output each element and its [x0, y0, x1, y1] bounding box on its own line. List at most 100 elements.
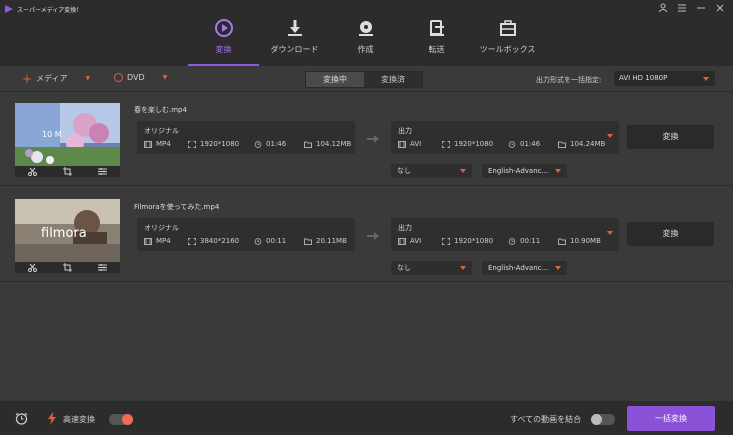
tab-converted[interactable]: 変換済	[364, 72, 422, 87]
original-label: オリジナル	[144, 127, 179, 135]
folder-icon	[558, 238, 566, 245]
dvd-button[interactable]: DVD ▼	[114, 73, 167, 82]
dvd-icon	[114, 73, 123, 82]
svg-text:10 M: 10 M	[42, 130, 62, 139]
original-duration: 00:11	[266, 237, 287, 245]
folder-icon	[304, 141, 312, 148]
subtitle-select[interactable]: なし	[391, 164, 472, 178]
audio-value: English-Advanc...	[488, 264, 549, 272]
format-icon	[398, 237, 406, 245]
trim-icon[interactable]	[28, 167, 37, 176]
title-bar: スーパーメディア変換！ 変換 ダウンロード 作成 転送 ツールボックス	[0, 0, 733, 66]
video-thumbnail[interactable]: filmora	[15, 199, 120, 262]
close-icon[interactable]	[715, 3, 725, 13]
output-format: AVI	[410, 237, 422, 245]
original-size: 104.12MB	[316, 140, 352, 148]
original-duration: 01:46	[266, 140, 287, 148]
original-resolution: 1920*1080	[200, 140, 240, 148]
merge-toggle[interactable]	[591, 414, 615, 425]
chevron-down-icon[interactable]: ▼	[163, 74, 168, 81]
output-label: 出力	[398, 127, 412, 135]
toggle-knob	[122, 414, 133, 425]
user-icon[interactable]	[658, 3, 668, 13]
arrow-right-icon	[367, 232, 379, 240]
folder-icon	[304, 238, 312, 245]
tab-burn-label: 作成	[357, 45, 374, 54]
subtitle-select[interactable]: なし	[391, 261, 472, 275]
burn-icon	[358, 21, 373, 36]
effects-icon[interactable]	[98, 167, 107, 176]
chevron-down-icon[interactable]: ▼	[86, 75, 91, 82]
add-media-button[interactable]: + メディア ▼	[22, 73, 91, 85]
crop-icon[interactable]	[63, 167, 72, 176]
chevron-down-icon[interactable]	[607, 231, 613, 235]
dvd-label: DVD	[127, 73, 145, 82]
file-name: 春を楽しむ.mp4	[134, 106, 187, 114]
tab-converting[interactable]: 変換中	[306, 72, 364, 87]
folder-icon	[558, 141, 566, 148]
convert-button[interactable]: 変換	[627, 125, 714, 149]
menu-icon[interactable]	[677, 3, 687, 13]
convert-button[interactable]: 変換	[627, 222, 714, 246]
convert-icon	[214, 19, 233, 37]
file-row: filmora Filmoraを使ってみた.mp4 オリジナル MP4 3840…	[0, 189, 733, 282]
bulk-convert-button[interactable]: 一括変換	[627, 406, 715, 431]
format-icon	[144, 140, 152, 148]
minimize-icon[interactable]	[696, 3, 706, 13]
chevron-down-icon	[555, 169, 561, 173]
bottom-bar: 高速変換 すべての動画を結合 一括変換	[0, 401, 733, 435]
output-format: AVI	[410, 140, 422, 148]
tab-download-label: ダウンロード	[270, 45, 319, 54]
original-info-box: オリジナル MP4 3840*2160 00:11 20.11MB	[137, 218, 355, 251]
output-duration: 00:11	[520, 237, 541, 245]
output-size: 10.90MB	[570, 237, 601, 245]
trim-icon[interactable]	[28, 263, 37, 272]
resolution-icon	[442, 237, 450, 245]
effects-icon[interactable]	[98, 263, 107, 272]
status-segment: 変換中 変換済	[305, 71, 423, 88]
tab-convert[interactable]: 変換	[188, 14, 259, 66]
crop-icon[interactable]	[63, 263, 72, 272]
audio-select[interactable]: English-Advanc...	[482, 164, 567, 178]
file-row: 10 M 春を楽しむ.mp4 オリジナル MP4 1920*1080 01:46…	[0, 93, 733, 186]
tab-toolbox-label: ツールボックス	[479, 45, 536, 54]
tab-burn[interactable]: 作成	[330, 14, 401, 66]
app-title: スーパーメディア変換！	[17, 7, 83, 14]
thumbnail-toolbar	[15, 262, 120, 273]
toolbox-icon	[499, 20, 516, 36]
clock-icon	[508, 237, 516, 245]
original-format: MP4	[156, 237, 171, 245]
audio-select[interactable]: English-Advanc...	[482, 261, 567, 275]
output-resolution: 1920*1080	[454, 237, 494, 245]
chevron-down-icon	[460, 169, 466, 173]
thumbnail-toolbar	[15, 166, 120, 177]
output-info-box[interactable]: 出力 AVI 1920*1080 01:46 104.24MB	[391, 121, 619, 154]
clock-icon	[254, 140, 262, 148]
high-speed-toggle[interactable]	[109, 414, 133, 425]
audio-value: English-Advanc...	[488, 167, 549, 175]
output-duration: 01:46	[520, 140, 541, 148]
tab-transfer[interactable]: 転送	[401, 14, 472, 66]
tab-download[interactable]: ダウンロード	[259, 14, 330, 66]
output-resolution: 1920*1080	[454, 140, 494, 148]
subtitle-value: なし	[397, 167, 411, 175]
original-label: オリジナル	[144, 224, 179, 232]
resolution-icon	[442, 140, 450, 148]
clock-icon	[508, 140, 516, 148]
toggle-knob	[591, 414, 602, 425]
tab-transfer-label: 転送	[428, 45, 445, 54]
original-resolution: 3840*2160	[200, 237, 240, 245]
original-size: 20.11MB	[316, 237, 347, 245]
chevron-down-icon[interactable]	[607, 134, 613, 138]
resolution-icon	[188, 140, 196, 148]
tab-toolbox[interactable]: ツールボックス	[472, 14, 543, 66]
bulk-format-value: AVI HD 1080P	[619, 74, 668, 82]
format-icon	[398, 140, 406, 148]
video-thumbnail[interactable]: 10 M	[15, 103, 120, 166]
output-info-box[interactable]: 出力 AVI 1920*1080 00:11 10.90MB	[391, 218, 619, 251]
chevron-down-icon	[460, 266, 466, 270]
bulk-format-label: 出力形式を一括指定:	[536, 76, 602, 84]
toolbar: + メディア ▼ DVD ▼ 変換中 変換済 出力形式を一括指定: AVI HD…	[0, 66, 733, 92]
bulk-format-select[interactable]: AVI HD 1080P	[614, 71, 715, 86]
alarm-clock-icon[interactable]	[15, 412, 28, 425]
